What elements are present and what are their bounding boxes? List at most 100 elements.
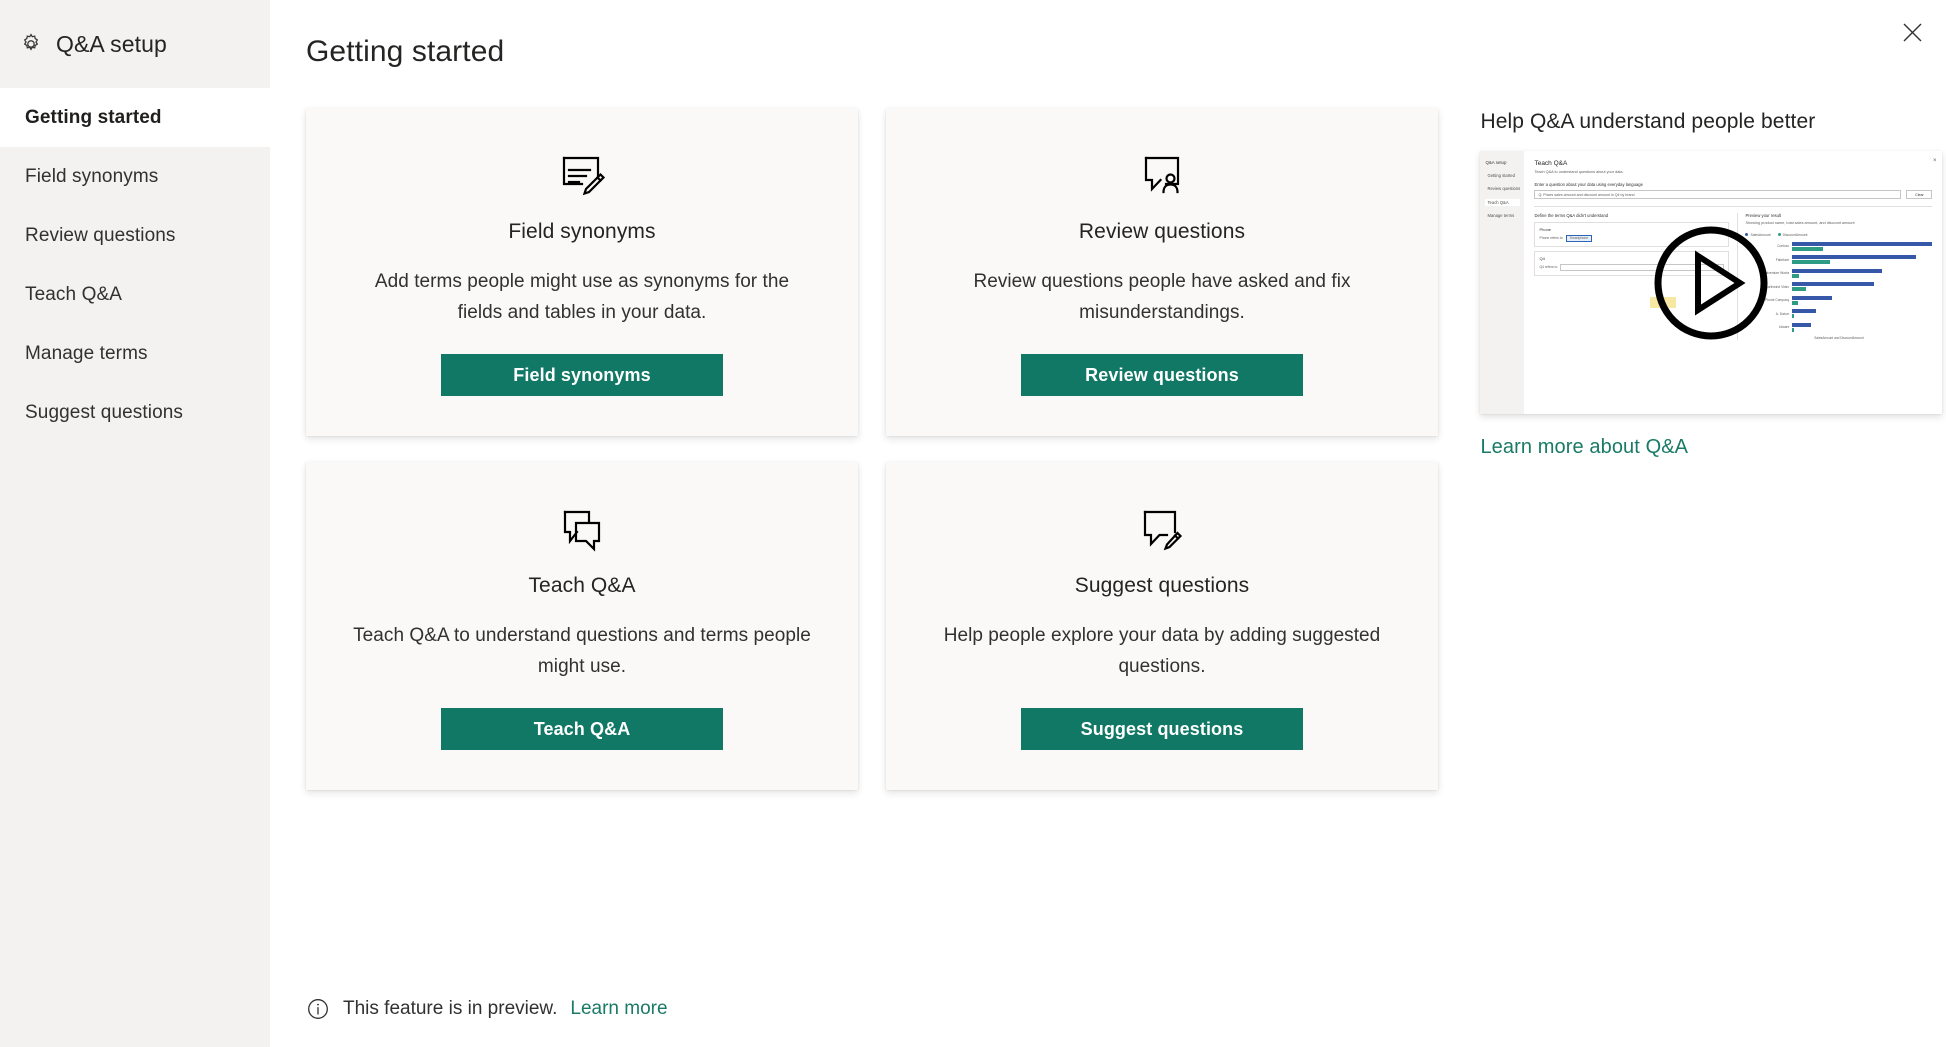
card-description: Teach Q&A to understand questions and te… xyxy=(353,625,811,678)
sidebar-item-review-questions[interactable]: Review questions xyxy=(0,206,270,265)
bar-label: Fabrikam xyxy=(1775,257,1790,262)
thumbnail-result-panel: Preview your result Showing product name… xyxy=(1737,212,1933,340)
sidebar-title: Q&A setup xyxy=(56,30,167,57)
sidebar-item-suggest-questions[interactable]: Suggest questions xyxy=(0,383,270,442)
bar-discount xyxy=(1792,260,1831,265)
help-panel-title: Help Q&A understand people better xyxy=(1480,110,1816,133)
thumbnail-highlight xyxy=(1650,297,1677,308)
preview-learn-more-link[interactable]: Learn more xyxy=(570,998,667,1020)
bar-discount xyxy=(1792,287,1807,292)
thumbnail-term-name: Phone xyxy=(1539,226,1552,232)
bar-sales xyxy=(1792,255,1916,260)
bar-discount xyxy=(1792,273,1800,278)
bar-group: Litware xyxy=(1747,322,1932,332)
sidebar-item-teach-qa[interactable]: Teach Q&A xyxy=(0,265,270,324)
bar-group: A. Datum xyxy=(1747,309,1932,319)
bar-discount xyxy=(1792,246,1824,251)
thumbnail-define-panel: Define the terms Q&A didn't understand P… xyxy=(1534,212,1730,340)
thumbnail-term-card: Q4 Q4 refers to xyxy=(1534,250,1730,276)
thumbnail-define-label: Define the terms Q&A didn't understand xyxy=(1534,212,1609,218)
thumbnail-sidebar-title: Q&A setup xyxy=(1485,160,1507,165)
review-questions-button[interactable]: Review questions xyxy=(1021,354,1303,396)
bar-sales xyxy=(1792,295,1832,300)
page-title: Getting started xyxy=(306,35,505,68)
sidebar-header: Q&A setup xyxy=(0,0,270,88)
thumbnail-nav-item-selected: Teach Q&A xyxy=(1485,198,1521,206)
speech-bubble-person-icon xyxy=(1136,144,1188,208)
thumbnail-divider xyxy=(1534,206,1933,207)
sidebar-nav: Getting started Field synonyms Review qu… xyxy=(0,88,270,442)
help-panel: Help Q&A understand people better Q&A se… xyxy=(1480,108,1946,790)
sidebar-item-label: Review questions xyxy=(25,224,176,246)
speech-bubble-pencil-icon xyxy=(1136,498,1188,562)
bar-chart: Contoso Fabrikam Adventure Works Northwi… xyxy=(1745,241,1933,332)
bar-discount xyxy=(1792,314,1794,319)
thumbnail-main: × Teach Q&A Teach Q&A to understand ques… xyxy=(1524,151,1942,414)
card-title: Field synonyms xyxy=(508,220,656,244)
note-edit-icon xyxy=(556,144,608,208)
card-title: Review questions xyxy=(1078,220,1246,244)
sidebar-item-label: Suggest questions xyxy=(25,401,184,423)
thumbnail-term-input xyxy=(1560,263,1725,271)
thumbnail-term-card: Phone Phone refers to Smartphone xyxy=(1534,221,1730,247)
teach-qa-button[interactable]: Teach Q&A xyxy=(441,708,723,750)
bar-label: Adventure Works xyxy=(1764,271,1790,276)
bar-group: Fabrikam xyxy=(1747,255,1932,265)
card-teach-qa: Teach Q&A Teach Q&A to understand questi… xyxy=(306,462,858,790)
thumbnail-nav-item: Review questions xyxy=(1487,186,1521,191)
video-thumbnail[interactable]: Q&A setup Getting started Review questio… xyxy=(1480,151,1943,414)
thumbnail-question-input: Q: Prices sales amount and discount amou… xyxy=(1534,190,1902,199)
close-icon xyxy=(1903,23,1921,41)
bar-discount xyxy=(1792,300,1799,305)
bar-sales xyxy=(1792,268,1883,273)
legend-entry-discount: DiscountAmount xyxy=(1777,233,1808,237)
qa-setup-dialog: Q&A setup Getting started Field synonyms… xyxy=(0,0,1946,1047)
card-description: Add terms people might use as synonyms f… xyxy=(374,271,790,324)
bar-group: Northwind Video xyxy=(1747,282,1932,292)
thumbnail-term-name: Q4 xyxy=(1539,255,1545,261)
legend-entry-sales: SalesAmount xyxy=(1745,233,1771,237)
thumbnail-heading: Teach Q&A xyxy=(1534,160,1568,167)
thumbnail-question-row: Q: Prices sales amount and discount amou… xyxy=(1534,190,1933,199)
thumbnail-result-title: Preview your result xyxy=(1745,212,1782,218)
bar-sales xyxy=(1792,282,1874,287)
bar-label: Northwind Video xyxy=(1765,284,1790,289)
thumbnail-clear-button: Clear xyxy=(1906,190,1933,199)
feature-cards-grid: Field synonyms Add terms people might us… xyxy=(306,108,1450,790)
thumbnail-term-value: Smartphone xyxy=(1565,234,1593,242)
content-area: Field synonyms Add terms people might us… xyxy=(306,108,1946,790)
sidebar-item-getting-started[interactable]: Getting started xyxy=(0,88,270,147)
info-icon xyxy=(306,997,330,1021)
suggest-questions-button[interactable]: Suggest questions xyxy=(1021,708,1303,750)
bar-label: Litware xyxy=(1778,325,1790,330)
thumbnail-subheading: Teach Q&A to understand questions about … xyxy=(1534,170,1624,174)
bar-label: A. Datum xyxy=(1775,311,1790,316)
two-speech-bubbles-icon xyxy=(556,498,608,562)
thumbnail-nav-item: Manage terms xyxy=(1487,213,1515,218)
card-description: Help people explore your data by adding … xyxy=(943,625,1381,678)
preview-notice: This feature is in preview. Learn more xyxy=(306,997,668,1021)
bar-label: Contoso xyxy=(1777,244,1790,249)
bar-group: The Phone Company xyxy=(1747,295,1932,305)
bar-discount xyxy=(1792,327,1794,332)
chart-x-axis-label: SalesAmount and DiscountAmount xyxy=(1814,335,1864,340)
bar-sales xyxy=(1792,241,1933,246)
bar-group: Adventure Works xyxy=(1747,268,1932,278)
card-title: Teach Q&A xyxy=(528,574,636,598)
close-button[interactable] xyxy=(1890,10,1934,54)
thumbnail-nav-item: Getting started xyxy=(1487,172,1515,178)
chart-legend: SalesAmount DiscountAmount xyxy=(1745,233,1932,237)
sidebar-item-field-synonyms[interactable]: Field synonyms xyxy=(0,147,270,206)
thumbnail-result-sub: Showing product name, total sales amount… xyxy=(1745,220,1855,225)
sidebar-item-label: Teach Q&A xyxy=(25,283,123,305)
sidebar-item-manage-terms[interactable]: Manage terms xyxy=(0,324,270,383)
sidebar: Q&A setup Getting started Field synonyms… xyxy=(0,0,270,1047)
learn-more-about-qa-link[interactable]: Learn more about Q&A xyxy=(1480,436,1688,459)
gear-icon xyxy=(18,31,44,57)
field-synonyms-button[interactable]: Field synonyms xyxy=(441,354,723,396)
sidebar-item-label: Getting started xyxy=(25,106,162,128)
bar-group: Contoso xyxy=(1747,241,1933,251)
thumbnail-term-refers-label: Q4 refers to xyxy=(1539,265,1558,270)
thumbnail-term-refers-label: Phone refers to xyxy=(1539,236,1563,241)
card-description: Review questions people have asked and f… xyxy=(973,271,1351,324)
